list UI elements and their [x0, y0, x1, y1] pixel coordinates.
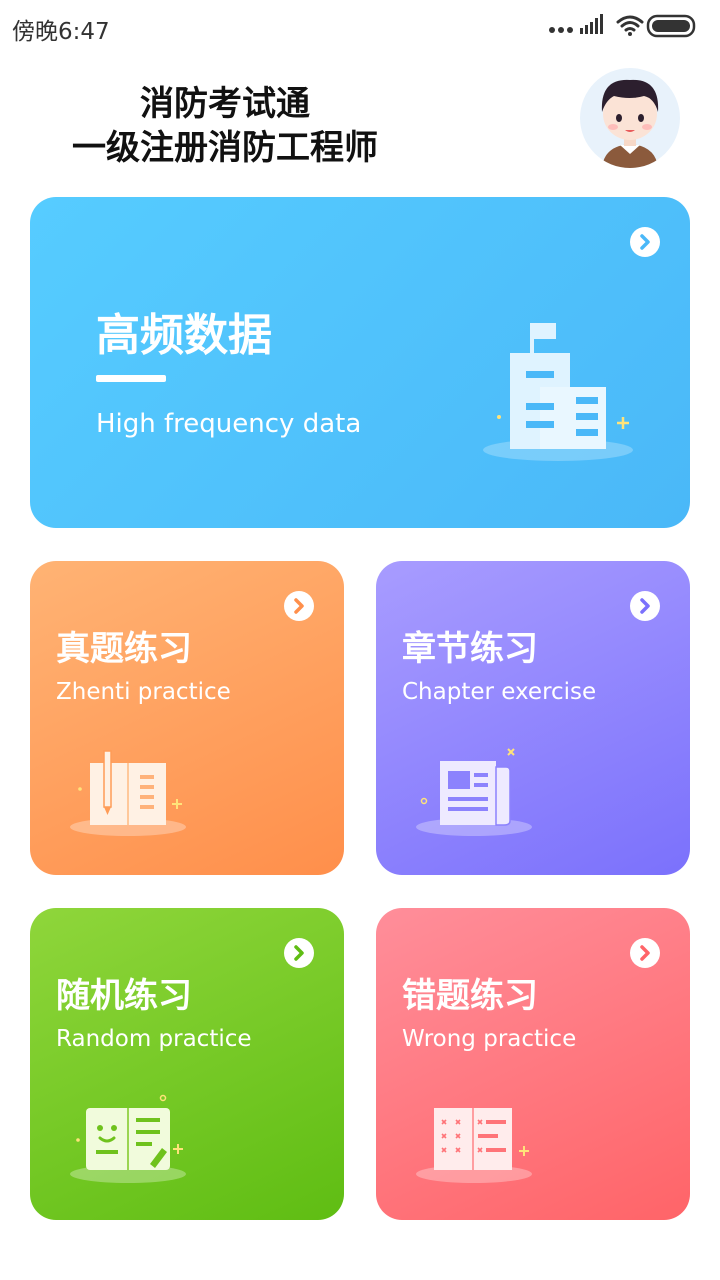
- card-title: 真题练习: [56, 629, 192, 669]
- wrong-practice-card[interactable]: 错题练习 Wrong practice: [376, 908, 690, 1220]
- newspaper-icon: [416, 741, 546, 845]
- avatar-boy-icon: [601, 79, 659, 168]
- status-bar: 傍晚6:47: [0, 0, 720, 52]
- chevron-right-icon[interactable]: [284, 591, 314, 621]
- chevron-right-icon[interactable]: [630, 227, 660, 257]
- card-subtitle: High frequency data: [96, 409, 362, 439]
- battery-icon: [646, 14, 696, 38]
- chevron-right-icon[interactable]: [630, 591, 660, 621]
- card-subtitle: Wrong practice: [402, 1026, 577, 1052]
- random-practice-card[interactable]: 随机练习 Random practice: [30, 908, 344, 1220]
- chapter-exercise-card[interactable]: 章节练习 Chapter exercise: [376, 561, 690, 875]
- card-subtitle: Random practice: [56, 1026, 252, 1052]
- more-dots-icon: [549, 27, 573, 33]
- title-underline: [96, 375, 166, 382]
- app-title-line2: 一级注册消防工程师: [72, 128, 378, 168]
- signal-icon: [580, 14, 603, 34]
- card-title: 随机练习: [56, 976, 192, 1016]
- error-book-icon: [416, 1088, 546, 1192]
- wifi-icon: [616, 15, 644, 36]
- building-icon: [480, 317, 640, 471]
- card-subtitle: Chapter exercise: [402, 679, 597, 705]
- zhenti-practice-card[interactable]: 真题练习 Zhenti practice: [30, 561, 344, 875]
- card-title: 章节练习: [402, 629, 538, 669]
- card-subtitle: Zhenti practice: [56, 679, 231, 705]
- status-time: 傍晚6:47: [12, 19, 110, 45]
- smiley-book-icon: [70, 1088, 200, 1192]
- chevron-right-icon[interactable]: [630, 938, 660, 968]
- high-frequency-card[interactable]: 高频数据 High frequency data: [30, 197, 690, 528]
- card-title: 错题练习: [402, 976, 538, 1016]
- chevron-right-icon[interactable]: [284, 938, 314, 968]
- card-title: 高频数据: [96, 310, 272, 361]
- avatar[interactable]: [580, 68, 680, 168]
- book-pen-icon: [70, 741, 200, 845]
- app-title-line1: 消防考试通: [140, 84, 310, 124]
- status-icons: [548, 12, 708, 40]
